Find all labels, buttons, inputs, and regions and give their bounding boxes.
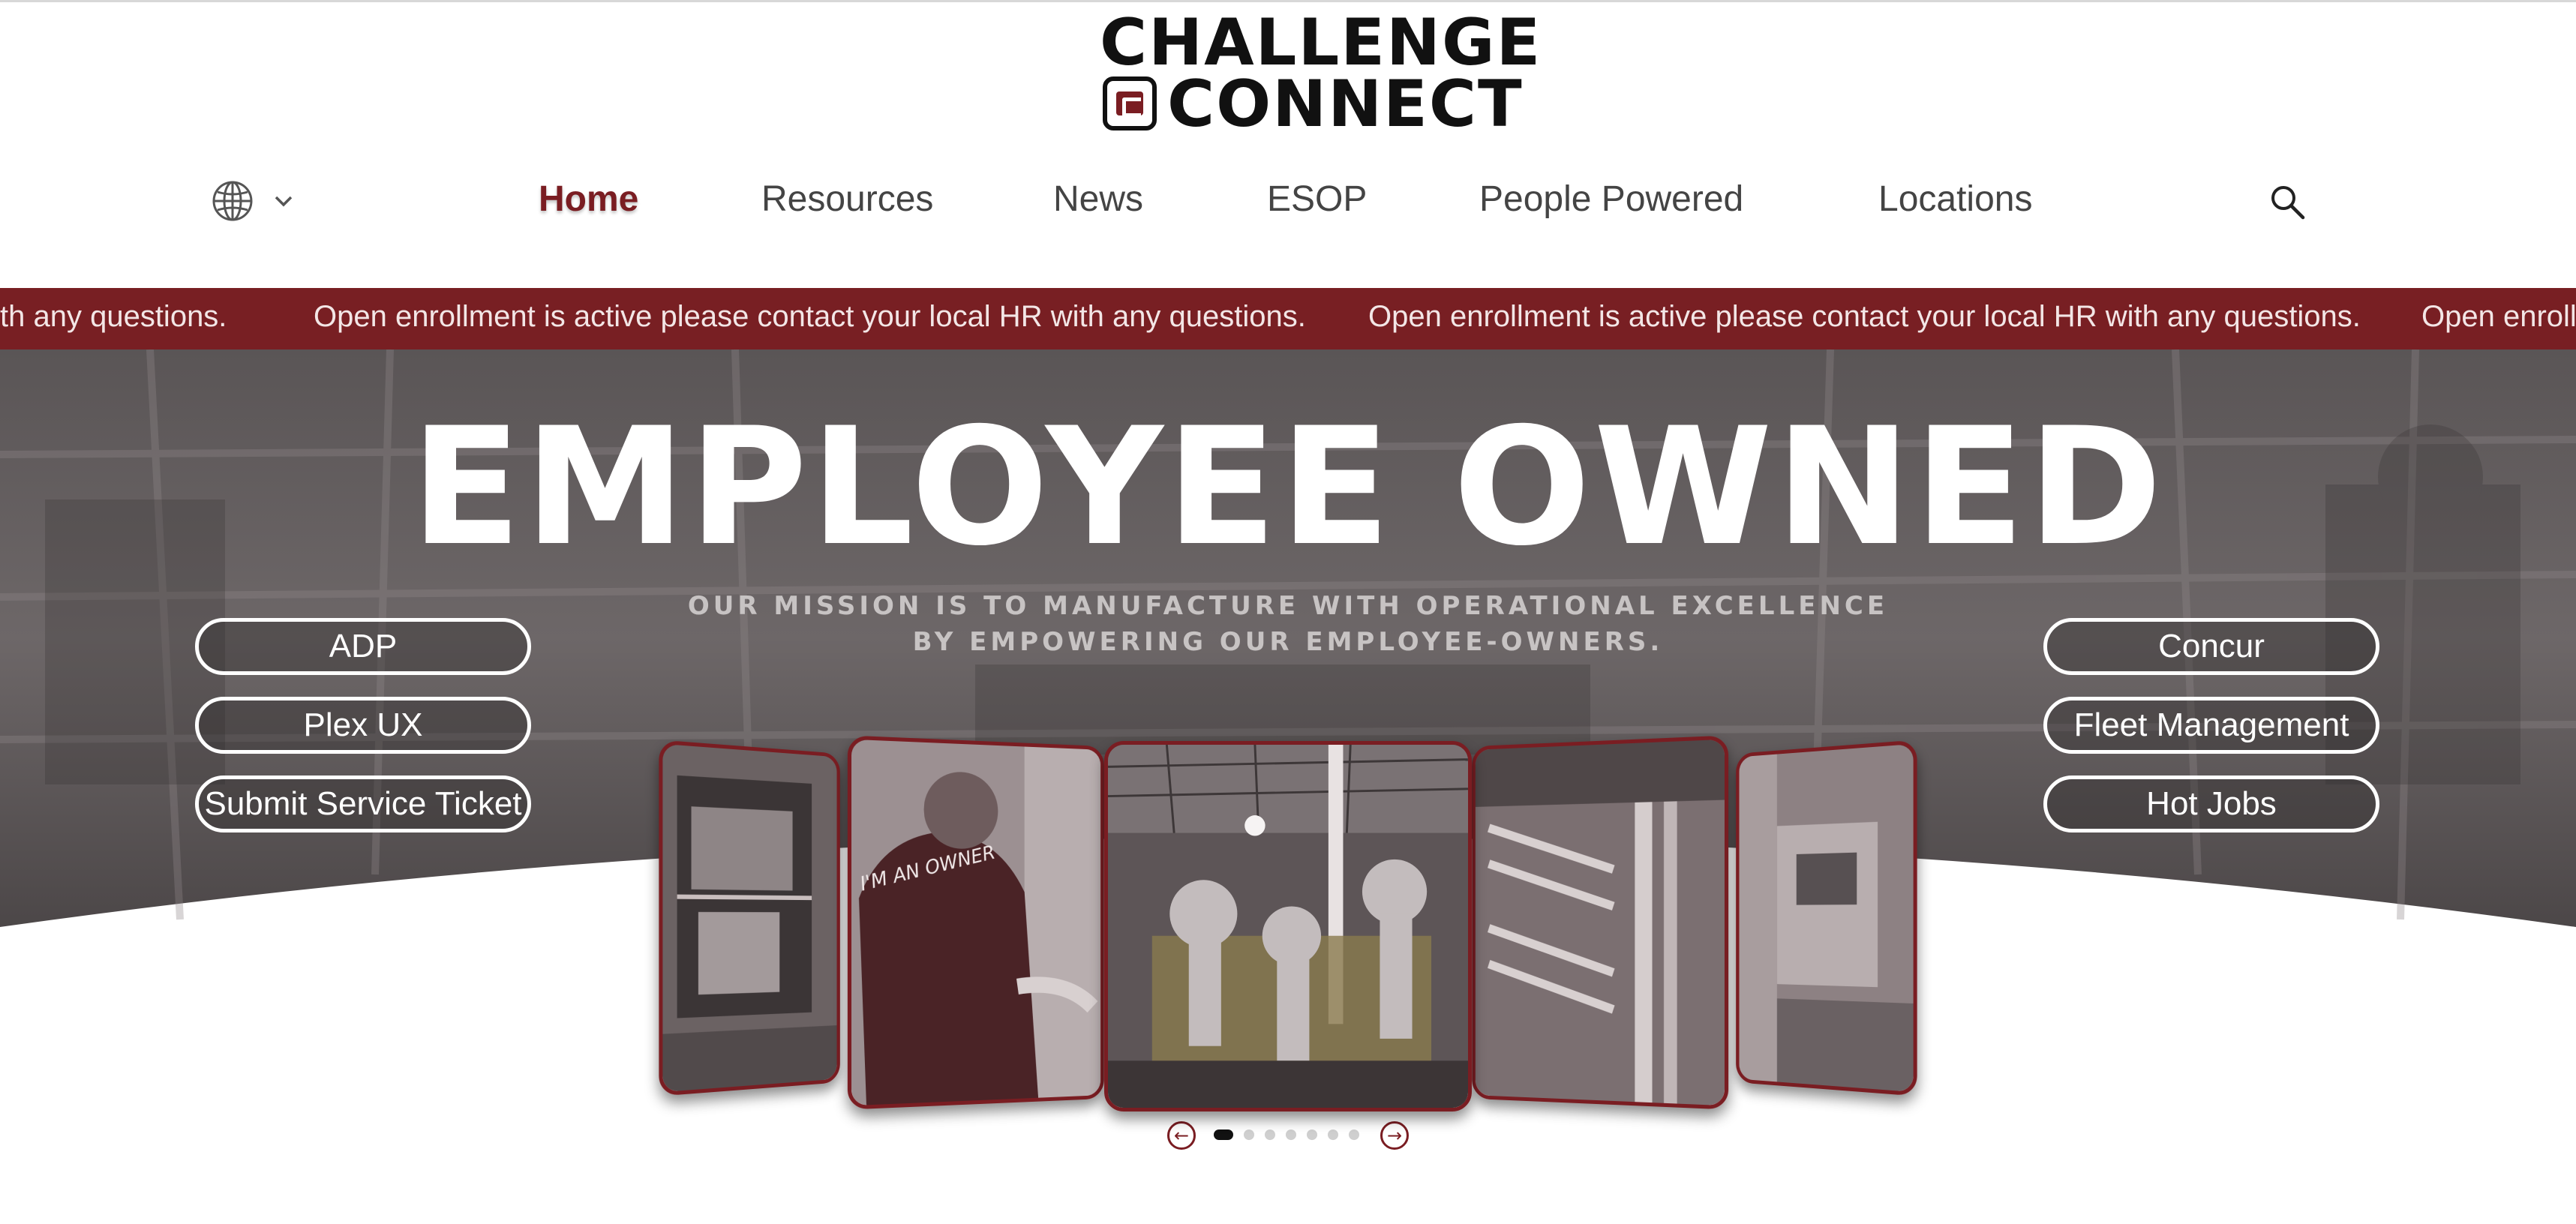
nav-home[interactable]: Home <box>539 178 638 220</box>
carousel-slide-image[interactable]: I'M AN OWNER <box>847 735 1104 1110</box>
carousel-slide-image-active[interactable] <box>1104 741 1472 1112</box>
carousel-dot[interactable] <box>1307 1130 1317 1140</box>
plex-ux-button[interactable]: Plex UX <box>195 697 531 754</box>
globe-icon[interactable] <box>212 180 254 222</box>
chevron-down-icon[interactable] <box>273 194 294 208</box>
announcement-ticker: th any questions. Open enrollment is act… <box>0 288 2576 350</box>
ticker-message: Open enrollment is active please contact… <box>1368 300 2361 333</box>
carousel-dot[interactable] <box>1214 1130 1233 1140</box>
carousel-dot[interactable] <box>1244 1130 1254 1140</box>
nav-resources[interactable]: Resources <box>761 178 933 220</box>
carousel-slide-image[interactable] <box>659 740 840 1096</box>
arrow-right-icon[interactable]: → <box>1380 1121 1409 1150</box>
logo-line-2: CONNECT <box>1167 67 1524 142</box>
challenge-connect-logo[interactable]: CHALLENGE CONNECT <box>1098 10 1540 138</box>
hero-mission-statement: OUR MISSION IS TO MANUFACTURE WITH OPERA… <box>687 591 1889 657</box>
adp-button[interactable]: ADP <box>195 618 531 675</box>
carousel-dot[interactable] <box>1286 1130 1296 1140</box>
hero-title: EMPLOYEE OWNED <box>410 393 2166 581</box>
hot-jobs-button[interactable]: Hot Jobs <box>2043 776 2379 832</box>
submit-service-ticket-button[interactable]: Submit Service Ticket <box>195 776 531 832</box>
nav-esop[interactable]: ESOP <box>1267 178 1367 220</box>
carousel-dot[interactable] <box>1265 1130 1275 1140</box>
fleet-management-button[interactable]: Fleet Management <box>2043 697 2379 754</box>
ticker-message-partial: th any questions. <box>0 300 227 333</box>
arrow-left-icon[interactable]: ← <box>1167 1121 1196 1150</box>
nav-locations[interactable]: Locations <box>1878 178 2032 220</box>
carousel-dot[interactable] <box>1349 1130 1359 1140</box>
ticker-message: Open enrollment is active please contact… <box>314 300 1306 333</box>
carousel-dot[interactable] <box>1328 1130 1338 1140</box>
nav-news[interactable]: News <box>1053 178 1143 220</box>
carousel-slide-image[interactable] <box>1472 735 1729 1110</box>
nav-people-powered[interactable]: People Powered <box>1479 178 1743 220</box>
ticker-message-partial: Open enroll <box>2421 300 2576 333</box>
search-icon[interactable] <box>2268 183 2307 222</box>
carousel-pagination <box>1214 1130 1359 1140</box>
concur-button[interactable]: Concur <box>2043 618 2379 675</box>
logo-line-1: CHALLENGE <box>1100 5 1542 80</box>
top-border <box>0 0 2576 2</box>
carousel-slide-image[interactable] <box>1736 740 1917 1096</box>
logo-mark-icon <box>1103 76 1157 130</box>
